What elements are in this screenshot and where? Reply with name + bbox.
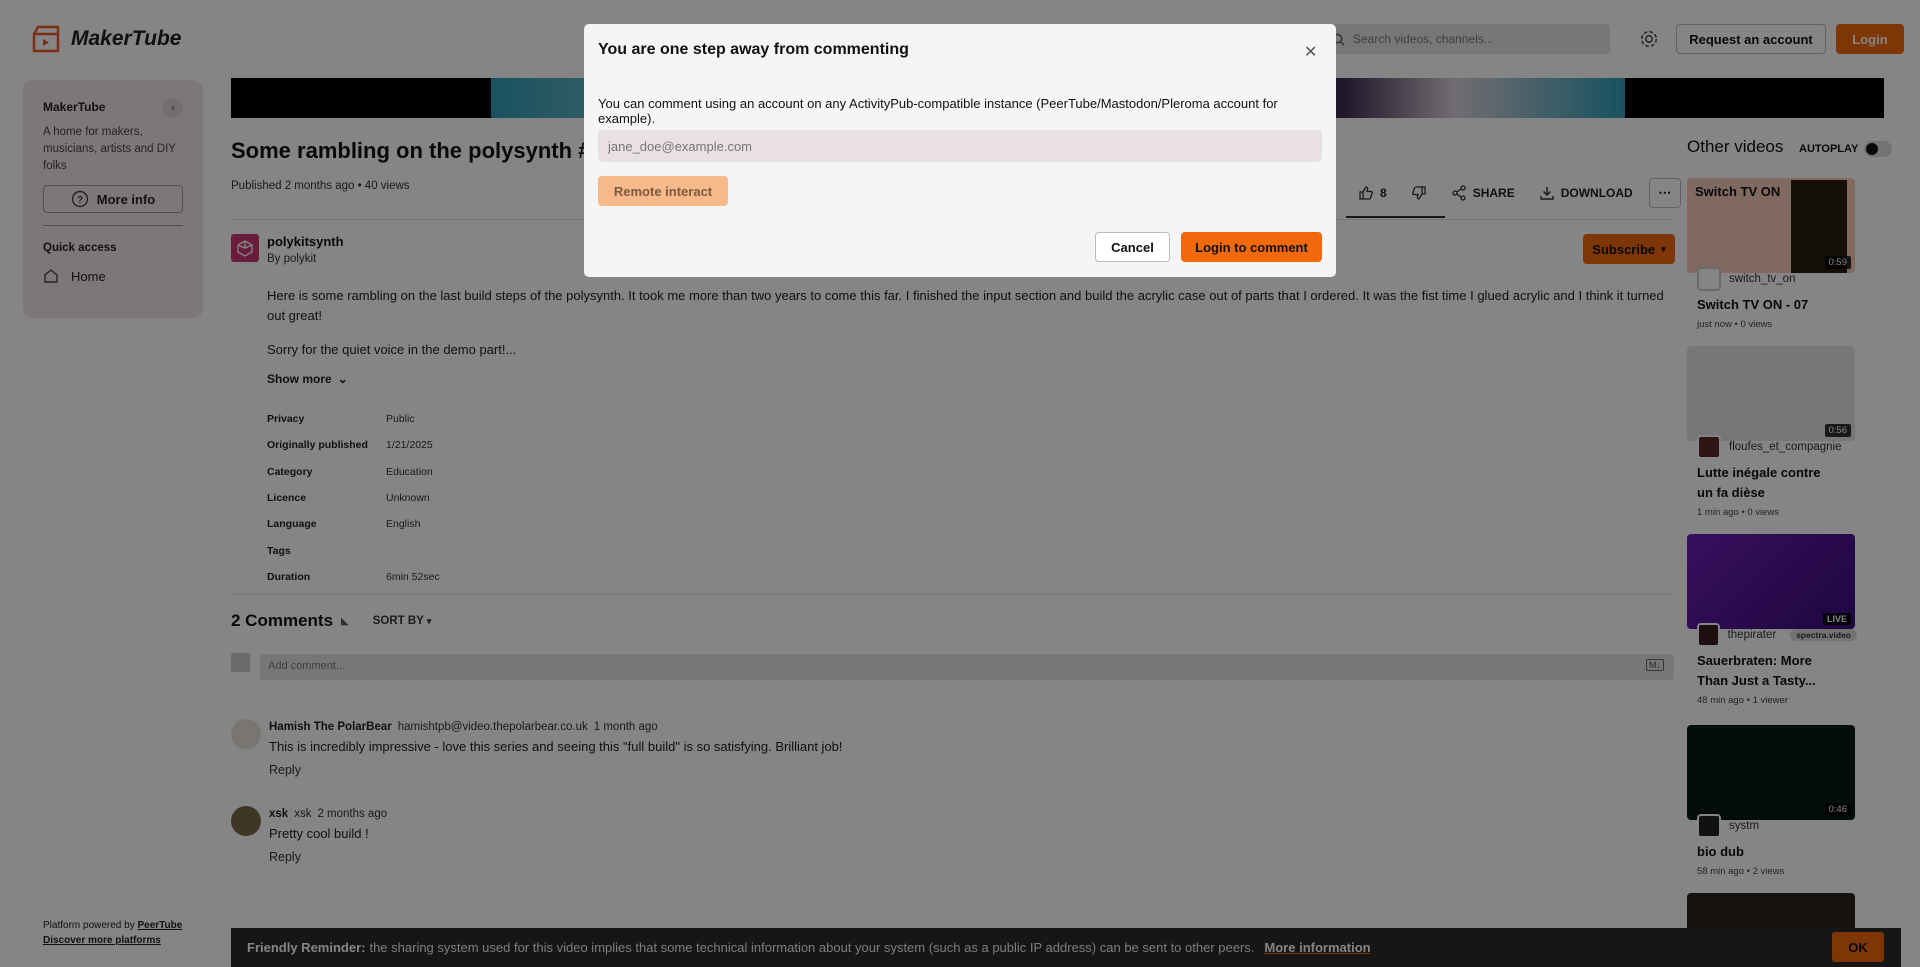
login-prompt-modal: You are one step away from commenting ✕ … bbox=[584, 24, 1336, 277]
remote-interact-button[interactable]: Remote interact bbox=[598, 176, 728, 206]
remote-account-input[interactable] bbox=[598, 130, 1322, 162]
modal-title: You are one step away from commenting bbox=[598, 41, 909, 58]
modal-text: You can comment using an account on any … bbox=[598, 96, 1278, 126]
cancel-button[interactable]: Cancel bbox=[1095, 232, 1170, 262]
close-icon[interactable]: ✕ bbox=[1304, 42, 1317, 62]
login-to-comment-button[interactable]: Login to comment bbox=[1181, 232, 1322, 262]
